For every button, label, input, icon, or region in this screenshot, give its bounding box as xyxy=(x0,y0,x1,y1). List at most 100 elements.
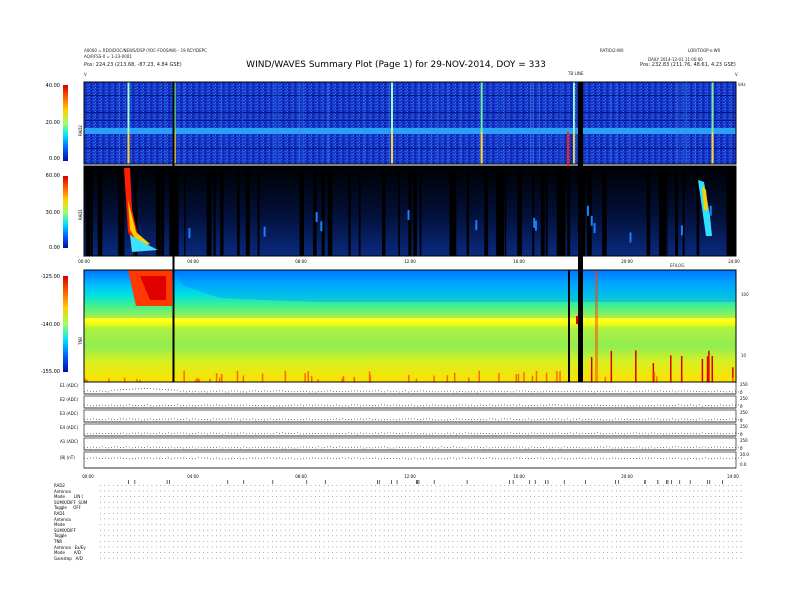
status-dot xyxy=(525,535,527,537)
status-dot xyxy=(697,485,699,486)
status-dot xyxy=(671,552,673,553)
status-dot xyxy=(663,496,664,497)
status-dot xyxy=(710,496,712,497)
trace-point xyxy=(255,433,256,435)
status-dot xyxy=(194,513,196,514)
rad2-streak xyxy=(389,82,391,164)
trace-point xyxy=(603,446,604,448)
status-dot xyxy=(349,552,351,553)
status-dot xyxy=(177,507,179,509)
trace-point xyxy=(351,433,352,434)
status-dot xyxy=(375,529,376,531)
status-dot xyxy=(392,485,394,486)
trace-point xyxy=(483,418,484,420)
status-dot xyxy=(499,518,501,520)
trace-point xyxy=(735,447,736,448)
trace-point xyxy=(381,404,382,406)
status-dot xyxy=(310,524,312,525)
status-dot xyxy=(620,485,621,486)
status-dot xyxy=(659,490,660,492)
trace-point xyxy=(402,433,403,435)
trace-point xyxy=(246,458,247,460)
trace-point xyxy=(456,418,457,420)
status-dot xyxy=(336,513,338,514)
trace-point xyxy=(495,433,496,434)
status-dot xyxy=(646,518,647,520)
status-dot xyxy=(224,552,226,553)
trace-point xyxy=(303,446,304,448)
trace-point xyxy=(216,457,217,459)
status-dot xyxy=(396,535,398,537)
rad1-gap xyxy=(466,166,470,256)
trace-point xyxy=(591,391,592,392)
trace-point xyxy=(189,404,190,406)
status-dot xyxy=(310,501,312,503)
trace-point xyxy=(573,446,574,448)
trace-point xyxy=(711,433,712,434)
status-dot xyxy=(418,485,419,486)
status-dot xyxy=(186,485,187,486)
status-dot xyxy=(598,552,600,553)
trace-point xyxy=(378,405,379,407)
status-dot xyxy=(388,535,389,537)
status-dot xyxy=(370,518,372,520)
trace-point xyxy=(654,447,655,449)
trace-point xyxy=(696,433,697,434)
rad1-gap xyxy=(696,166,700,256)
trace-point xyxy=(384,404,385,406)
status-dot xyxy=(134,529,136,531)
status-dot xyxy=(332,513,333,514)
trace-point xyxy=(723,391,724,393)
trace-point xyxy=(237,419,238,420)
status-dot xyxy=(147,518,148,520)
status-dot xyxy=(504,557,505,559)
trace-point xyxy=(495,419,496,421)
status-dot xyxy=(491,507,492,509)
status-dot xyxy=(396,552,398,553)
status-dot xyxy=(461,552,462,553)
status-dot xyxy=(568,496,570,497)
status-dot xyxy=(108,546,110,548)
trace-point xyxy=(486,391,487,393)
status-dot xyxy=(439,552,441,553)
trace-point xyxy=(174,432,175,434)
status-dot xyxy=(723,552,725,553)
trace-point xyxy=(189,391,190,392)
trace-point xyxy=(186,432,187,434)
status-dot xyxy=(611,490,613,492)
trace-point xyxy=(552,418,553,420)
trace-point xyxy=(267,432,268,434)
status-dot xyxy=(302,501,303,503)
status-dot xyxy=(293,524,295,525)
trace-point xyxy=(519,404,520,406)
trace-point xyxy=(678,419,679,421)
status-dot xyxy=(616,513,617,514)
status-dot xyxy=(719,485,720,486)
status-dot xyxy=(581,513,583,514)
trace-point xyxy=(453,446,454,448)
status-dot xyxy=(585,535,587,537)
trace-point xyxy=(693,458,694,459)
status-dot xyxy=(151,513,153,514)
trace-point xyxy=(405,418,406,420)
status-dot xyxy=(637,485,639,486)
tnr-spike xyxy=(680,355,683,382)
rad1-feature xyxy=(407,209,410,220)
status-dot xyxy=(702,529,703,531)
status-dot xyxy=(388,507,389,509)
status-dot xyxy=(233,524,234,525)
trace-point xyxy=(393,390,394,392)
trace-point xyxy=(375,432,376,434)
trace-point xyxy=(564,458,565,459)
status-dot xyxy=(177,552,179,553)
status-dot xyxy=(181,552,183,553)
trace-point xyxy=(291,433,292,435)
status-dot xyxy=(633,524,634,525)
trace-point xyxy=(630,391,631,393)
trace-point xyxy=(516,457,517,459)
status-dot xyxy=(220,485,222,486)
status-dot xyxy=(727,507,729,509)
status-dot xyxy=(568,507,570,509)
status-dot xyxy=(461,557,462,559)
status-dot xyxy=(297,541,299,542)
